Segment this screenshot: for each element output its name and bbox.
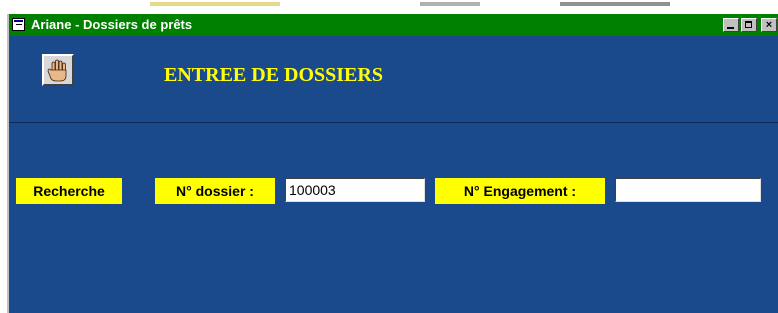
engagement-number-input[interactable]	[615, 178, 761, 202]
close-button[interactable]: ×	[761, 18, 777, 32]
stop-button[interactable]	[42, 54, 74, 86]
background-decoration	[560, 2, 670, 6]
maximize-icon	[745, 21, 752, 28]
title-bar[interactable]: Ariane - Dossiers de prêts ×	[9, 14, 778, 36]
dossier-number-label: N° dossier :	[155, 178, 275, 204]
app-window: Ariane - Dossiers de prêts × ENTREE DE D…	[6, 14, 778, 313]
window-title: Ariane - Dossiers de prêts	[31, 17, 193, 32]
form-body: ENTREE DE DOSSIERS Recherche N° dossier …	[9, 36, 778, 313]
form-icon[interactable]	[12, 18, 25, 31]
minimize-icon	[727, 27, 734, 29]
page-title: ENTREE DE DOSSIERS	[164, 64, 383, 86]
minimize-button[interactable]	[723, 18, 739, 32]
divider	[9, 122, 778, 123]
background-decoration	[420, 2, 480, 6]
hand-stop-icon	[47, 59, 67, 82]
close-icon: ×	[765, 19, 773, 31]
engagement-number-label: N° Engagement :	[435, 178, 605, 204]
search-section-label: Recherche	[16, 178, 122, 204]
maximize-button[interactable]	[741, 18, 757, 32]
dossier-number-input[interactable]	[285, 178, 425, 202]
background-strip	[0, 0, 778, 14]
background-decoration	[150, 2, 280, 6]
